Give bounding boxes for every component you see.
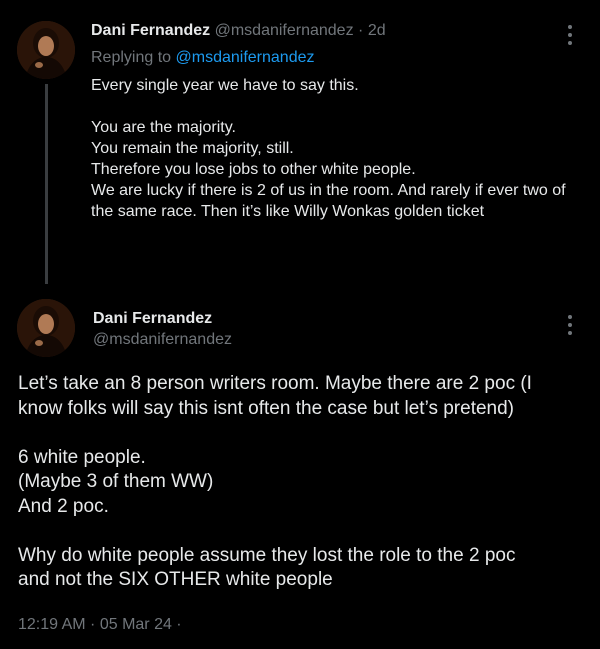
main-line: And 2 poc. (18, 495, 109, 517)
main-line: know folks will say this isnt often the … (18, 397, 515, 419)
main-more-options-icon[interactable] (567, 315, 573, 335)
main-blank-line (18, 421, 588, 446)
main-line: Why do white people assume they lost the… (18, 544, 516, 566)
replying-to-link[interactable]: @msdanifernandez (176, 49, 315, 66)
reply-text: Every single year we have to say this. Y… (91, 75, 591, 222)
reply-line: You remain the majority, still. (91, 140, 294, 157)
reply-separator: · (358, 22, 364, 39)
reply-line: We are lucky if there is 2 of us in the … (91, 182, 566, 199)
reply-author-handle[interactable]: @msdanifernandez (215, 22, 354, 39)
replying-prefix: Replying to (91, 49, 172, 66)
replying-to-line: Replying to @msdanifernandez (91, 49, 314, 67)
reply-blank-line (91, 96, 591, 117)
reply-time-ago[interactable]: 2d (368, 22, 386, 39)
reply-header: Dani Fernandez @msdanifernandez · 2d (91, 22, 386, 40)
main-avatar[interactable] (17, 299, 75, 357)
reply-author-name[interactable]: Dani Fernandez (91, 22, 210, 39)
main-tweet-text: Let’s take an 8 person writers room. May… (18, 372, 588, 593)
main-line: Let’s take an 8 person writers room. May… (18, 373, 532, 394)
reply-line: Therefore you lose jobs to other white p… (91, 161, 416, 178)
profile-photo-icon (17, 299, 75, 357)
reply-more-options-icon[interactable] (567, 25, 573, 45)
main-timestamp[interactable]: 12:19 AM · 05 Mar 24 · (18, 616, 182, 634)
reply-line: Every single year we have to say this. (91, 77, 359, 94)
reply-line: the same race. Then it’s like Willy Wonk… (91, 203, 485, 220)
main-author-name[interactable]: Dani Fernandez (93, 310, 212, 328)
reply-line: You are the majority. (91, 119, 236, 136)
main-blank-line (18, 519, 588, 544)
main-line: 6 white people. (18, 446, 146, 468)
main-line: (Maybe 3 of them WW) (18, 471, 214, 492)
main-line: and not the SIX OTHER white people (18, 569, 333, 590)
thread-connector-line (45, 84, 48, 284)
main-author-handle[interactable]: @msdanifernandez (93, 331, 232, 349)
reply-avatar[interactable] (17, 21, 75, 79)
profile-photo-icon (17, 21, 75, 79)
